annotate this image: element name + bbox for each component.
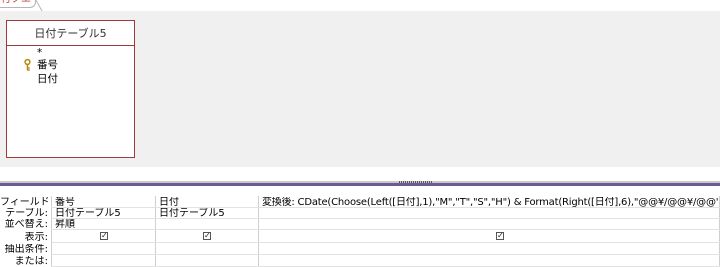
field-list-title[interactable]: 日付テーブル5 [7,21,134,46]
row-label-table: テーブル: [5,208,48,219]
grid-field-cell[interactable]: 日付 [159,197,256,208]
document-tab-strip: 付クエリ5 [0,0,720,11]
row-label-field: フィールド: [0,197,48,208]
grid-sort-cell[interactable] [159,219,256,230]
row-label-sort: 並べ替え: [4,219,48,230]
grid-field-cell[interactable]: 番号 [55,197,153,208]
row-label-criteria: 抽出条件: [4,244,48,255]
key-icon [24,59,31,71]
grid-criteria-cell[interactable] [55,244,153,255]
grid-table-cell[interactable]: 日付テーブル5 [159,208,256,219]
grid-sort-cell[interactable]: 昇順 [55,219,153,230]
show-checkbox[interactable]: ✓ [496,232,504,240]
row-label-show: 表示: [24,232,48,243]
query-tab[interactable]: 付クエリ5 [0,0,36,8]
grid-table-cell[interactable] [262,208,718,219]
show-checkbox[interactable]: ✓ [203,232,211,240]
pane-splitter[interactable] [0,167,720,183]
query-design-grid: フィールド: テーブル: 並べ替え: 表示: 抽出条件: または: 番号 日付テ… [0,183,720,267]
grid-criteria-cell[interactable] [159,244,256,255]
grid-sort-cell[interactable] [262,219,718,230]
field-label: 日付 [37,73,58,85]
row-label-or: または: [14,256,48,267]
tab-edge [36,0,43,11]
show-checkbox[interactable]: ✓ [100,232,108,240]
field-list-item-number[interactable]: 番号 [7,58,134,72]
field-list-item-date[interactable]: 日付 [7,72,134,86]
field-list-window[interactable]: 日付テーブル5 * 番号 日付 [6,20,135,158]
grid-row-divider [51,242,720,243]
grid-top-border [0,183,720,186]
table-design-pane: 日付テーブル5 * 番号 日付 [0,11,720,167]
grid-criteria-cell[interactable] [262,244,718,255]
field-label: 番号 [37,59,58,71]
field-list-item-all[interactable]: * [7,48,134,59]
grid-table-cell[interactable]: 日付テーブル5 [55,208,153,219]
grid-field-cell-expression[interactable]: 変換後: CDate(Choose(Left([日付],1),"M","T","… [262,197,718,208]
